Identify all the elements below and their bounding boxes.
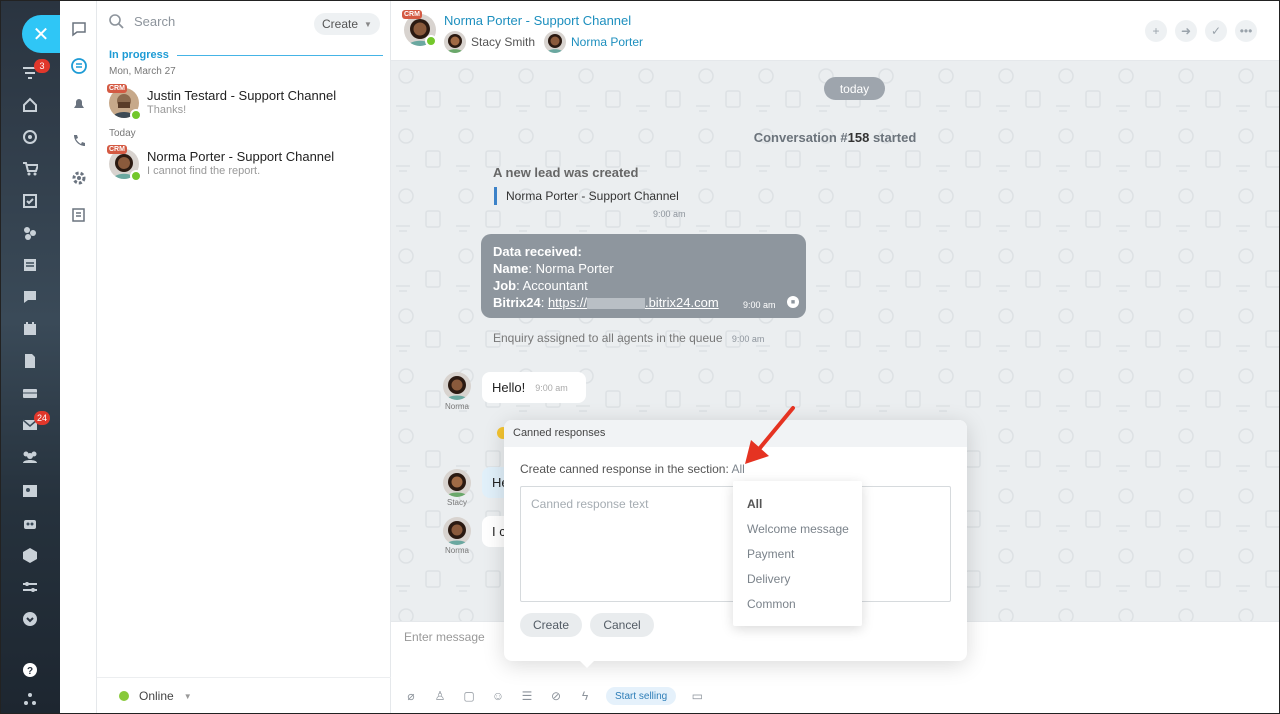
screenshot-border [0, 0, 1280, 714]
